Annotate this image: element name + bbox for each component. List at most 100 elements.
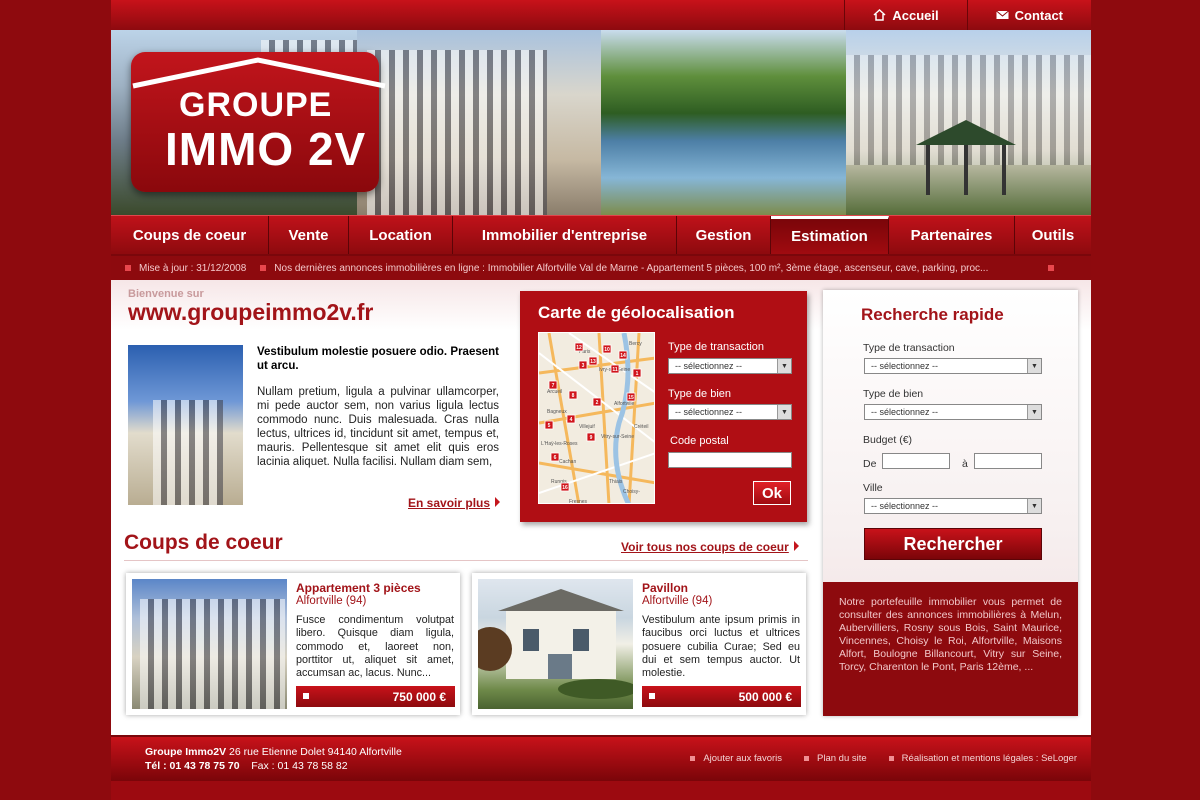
footer-link-label: Réalisation et mentions légales : SeLoge… bbox=[901, 753, 1077, 764]
site-logo[interactable]: GROUPE IMMO 2V bbox=[131, 52, 386, 192]
contact-link-label: Contact bbox=[1014, 7, 1063, 23]
nav-coups-de-coeur[interactable]: Coups de coeur bbox=[111, 216, 269, 254]
bullet-icon bbox=[1048, 265, 1055, 271]
svg-text:2: 2 bbox=[596, 400, 599, 406]
geo-postal-input[interactable] bbox=[668, 452, 792, 468]
nav-immobilier-entreprise[interactable]: Immobilier d'entreprise bbox=[453, 216, 677, 254]
see-all-label: Voir tous nos coups de coeur bbox=[621, 540, 789, 554]
property-city: Alfortville (94) bbox=[642, 595, 713, 607]
divider bbox=[124, 560, 808, 561]
svg-text:12: 12 bbox=[576, 345, 582, 351]
property-price-button[interactable]: 500 000 € bbox=[642, 686, 801, 707]
chevron-down-icon: ▼ bbox=[1027, 359, 1041, 373]
map-marker-icon[interactable]: 7 bbox=[548, 380, 558, 390]
svg-text:3: 3 bbox=[582, 363, 585, 369]
read-more-link[interactable]: En savoir plus bbox=[408, 496, 501, 510]
map-marker-icon[interactable]: 14 bbox=[618, 350, 628, 360]
intro-image bbox=[128, 345, 243, 505]
map-marker-icon[interactable]: 5 bbox=[544, 420, 554, 430]
search-transaction-select[interactable]: -- sélectionnez -- ▼ bbox=[864, 358, 1042, 374]
main-content: Bienvenue sur www.groupeimmo2v.fr Vestib… bbox=[111, 280, 1091, 735]
footer-link-legal[interactable]: Réalisation et mentions légales : SeLoge… bbox=[888, 753, 1077, 764]
search-transaction-label: Type de transaction bbox=[863, 342, 955, 354]
property-image bbox=[478, 579, 633, 709]
property-card[interactable]: Appartement 3 pièces Alfortville (94) Fu… bbox=[126, 573, 460, 715]
nav-outils[interactable]: Outils bbox=[1015, 216, 1091, 254]
geo-title: Carte de géolocalisation bbox=[538, 303, 735, 322]
footer-phones: Tél : 01 43 78 75 70 Fax : 01 43 78 58 8… bbox=[145, 760, 348, 772]
map-marker-icon[interactable]: 16 bbox=[560, 482, 570, 492]
chevron-down-icon: ▼ bbox=[1027, 405, 1041, 419]
map-marker-icon[interactable]: 10 bbox=[602, 344, 612, 354]
map-marker-icon[interactable]: 2 bbox=[592, 397, 602, 407]
map-marker-icon[interactable]: 11 bbox=[610, 364, 620, 374]
nav-vente[interactable]: Vente bbox=[269, 216, 349, 254]
search-bien-value: -- sélectionnez -- bbox=[871, 407, 939, 417]
geo-ok-button[interactable]: Ok bbox=[753, 481, 791, 505]
bullet-icon bbox=[690, 755, 696, 761]
map-marker-icon[interactable]: 4 bbox=[566, 414, 576, 424]
budget-max-input[interactable] bbox=[974, 453, 1042, 469]
quick-search-panel: Recherche rapide Type de transaction -- … bbox=[823, 290, 1078, 716]
svg-text:13: 13 bbox=[590, 359, 596, 365]
banner-photo-haussmann bbox=[357, 30, 601, 215]
property-description: Fusce condimentum volutpat libero. Quisq… bbox=[296, 614, 454, 680]
geo-transaction-select[interactable]: -- sélectionnez -- ▼ bbox=[668, 358, 792, 374]
nav-gestion[interactable]: Gestion bbox=[677, 216, 771, 254]
contact-link[interactable]: Contact bbox=[966, 0, 1091, 30]
svg-text:1: 1 bbox=[636, 371, 639, 377]
home-link[interactable]: Accueil bbox=[844, 0, 966, 30]
banner-photo-lake bbox=[601, 30, 846, 215]
nav-location[interactable]: Location bbox=[349, 216, 453, 254]
footer-fax: Fax : 01 43 78 58 82 bbox=[251, 760, 348, 772]
property-price-button[interactable]: 750 000 € bbox=[296, 686, 455, 707]
nav-estimation[interactable]: Estimation bbox=[771, 216, 889, 254]
logo-line2: IMMO 2V bbox=[165, 123, 367, 175]
geo-bien-select[interactable]: -- sélectionnez -- ▼ bbox=[668, 404, 792, 420]
budget-from-label: De bbox=[863, 458, 877, 470]
svg-text:8: 8 bbox=[572, 393, 575, 399]
map-marker-icon[interactable]: 12 bbox=[574, 342, 584, 352]
map-label: Bercy bbox=[629, 341, 642, 347]
search-bien-select[interactable]: -- sélectionnez -- ▼ bbox=[864, 404, 1042, 420]
search-bien-label: Type de bien bbox=[863, 388, 924, 400]
bullet-icon bbox=[888, 755, 894, 761]
footer-tel: Tél : 01 43 78 75 70 bbox=[145, 760, 240, 772]
search-ville-select[interactable]: -- sélectionnez -- ▼ bbox=[864, 498, 1042, 514]
chevron-down-icon: ▼ bbox=[777, 359, 791, 373]
home-link-label: Accueil bbox=[892, 7, 939, 23]
property-card[interactable]: Pavillon Alfortville (94) Vestibulum ant… bbox=[472, 573, 806, 715]
map-marker-icon[interactable]: 1 bbox=[632, 368, 642, 378]
footer-link-favorites[interactable]: Ajouter aux favoris bbox=[690, 753, 782, 764]
budget-to-label: à bbox=[962, 458, 968, 470]
map-label: Villejuif bbox=[579, 424, 595, 430]
banner: GROUPE IMMO 2V bbox=[111, 30, 1091, 215]
geo-bien-value: -- sélectionnez -- bbox=[675, 407, 743, 417]
see-all-link[interactable]: Voir tous nos coups de coeur bbox=[621, 540, 799, 554]
property-price: 750 000 € bbox=[392, 689, 446, 704]
budget-min-input[interactable] bbox=[882, 453, 950, 469]
geo-bien-label: Type de bien bbox=[668, 388, 731, 400]
map-marker-icon[interactable]: 9 bbox=[586, 432, 596, 442]
map-marker-icon[interactable]: 15 bbox=[626, 392, 636, 402]
map-marker-icon[interactable]: 3 bbox=[578, 360, 588, 370]
svg-text:6: 6 bbox=[554, 455, 557, 461]
map-marker-icon[interactable]: 8 bbox=[568, 390, 578, 400]
map-label: Fresnes bbox=[569, 499, 588, 504]
nav-partenaires[interactable]: Partenaires bbox=[889, 216, 1015, 254]
map-marker-icon[interactable]: 6 bbox=[550, 452, 560, 462]
map-label: Bagneux bbox=[547, 409, 567, 415]
ticker-news[interactable]: Nos dernières annonces immobilières en l… bbox=[274, 263, 1034, 274]
read-more-label: En savoir plus bbox=[408, 496, 491, 510]
map-label: Créteil bbox=[634, 424, 648, 430]
map-label: Arcueil bbox=[547, 389, 562, 395]
footer-link-sitemap[interactable]: Plan du site bbox=[804, 753, 867, 764]
map-marker-icon[interactable]: 13 bbox=[588, 356, 598, 366]
svg-text:7: 7 bbox=[552, 383, 555, 389]
footer-link-label: Plan du site bbox=[817, 753, 867, 764]
search-button[interactable]: Rechercher bbox=[864, 528, 1042, 560]
home-icon bbox=[873, 9, 886, 21]
map-label: Vitry-sur-Seine bbox=[601, 434, 634, 440]
geo-map[interactable]: Ivry-sur-SeineVitry-sur-SeineChoisy-Thia… bbox=[538, 332, 655, 504]
intro-lead: Vestibulum molestie posuere odio. Praese… bbox=[257, 346, 499, 372]
